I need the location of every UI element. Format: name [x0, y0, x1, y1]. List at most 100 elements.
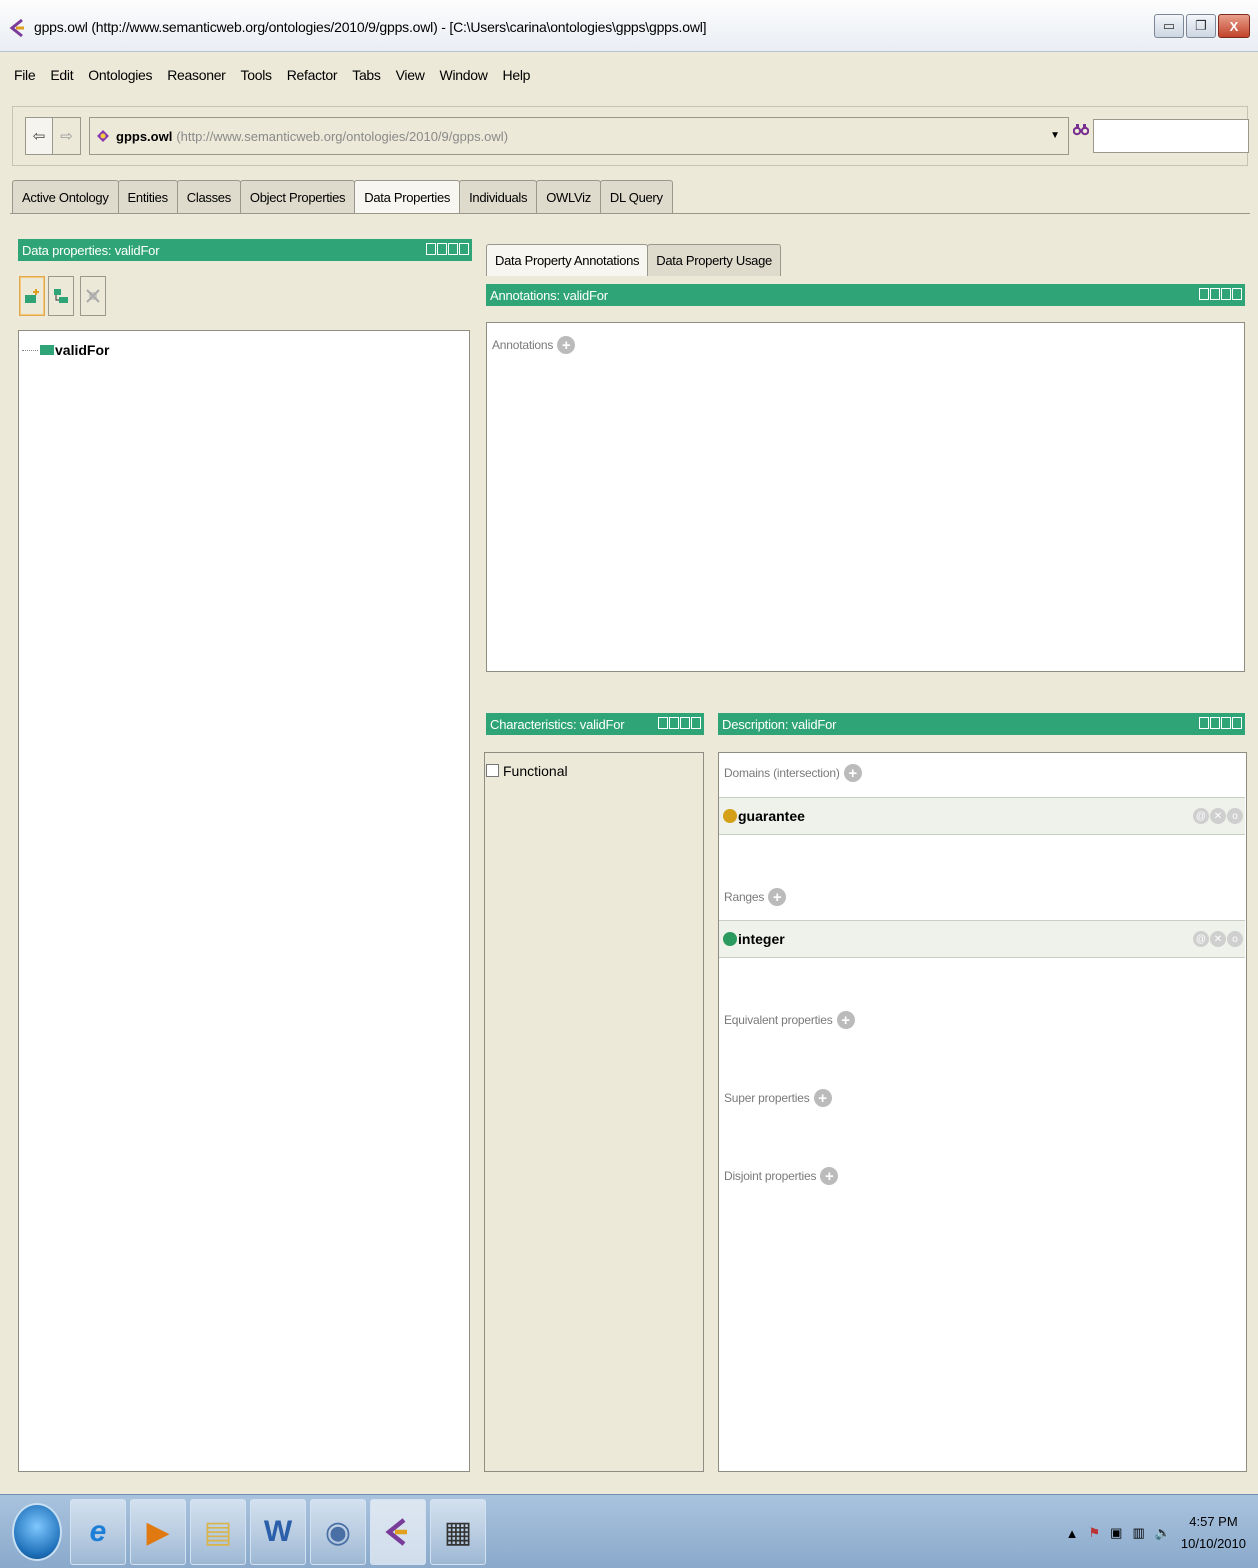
menu-refactor[interactable]: Refactor — [287, 67, 338, 83]
characteristics-view-title: Characteristics: validFor — [490, 716, 625, 732]
ontology-icon — [97, 130, 109, 142]
window-title-bar[interactable]: gpps.owl (http://www.semanticweb.org/ont… — [0, 0, 1258, 52]
action-center-icon[interactable]: ⚑ — [1088, 1525, 1100, 1541]
edit-icon[interactable]: o — [1227, 808, 1243, 824]
ranges-section: Ranges + — [724, 888, 787, 906]
domains-label: Domains (intersection) — [724, 766, 840, 780]
taskbar-media-player[interactable]: ▶ — [130, 1499, 186, 1565]
internet-explorer-icon: e — [89, 1515, 107, 1548]
annotate-icon[interactable]: @ — [1193, 808, 1209, 824]
menu-ontologies[interactable]: Ontologies — [88, 67, 152, 83]
minimize-button[interactable]: ▭ — [1154, 14, 1184, 38]
add-annotation-icon[interactable]: + — [557, 336, 576, 354]
description-view-title: Description: validFor — [722, 716, 837, 732]
search-icon[interactable] — [1072, 121, 1095, 151]
close-button[interactable]: X — [1218, 14, 1250, 38]
annotation-subtabs: Data Property Annotations Data Property … — [486, 244, 781, 276]
add-super-property-icon[interactable]: + — [813, 1089, 832, 1107]
volume-icon[interactable]: 🔈 — [1155, 1525, 1171, 1541]
tab-object-properties[interactable]: Object Properties — [239, 180, 356, 214]
menu-reasoner[interactable]: Reasoner — [167, 67, 226, 83]
tab-individuals[interactable]: Individuals — [459, 180, 538, 214]
show-hidden-icons-icon[interactable]: ▲ — [1066, 1526, 1079, 1541]
annotate-icon[interactable]: @ — [1193, 931, 1209, 947]
taskbar-file-explorer[interactable]: ▤ — [190, 1499, 246, 1565]
clock-date: 10/10/2010 — [1180, 1536, 1246, 1551]
restore-button[interactable]: ❐ — [1186, 14, 1216, 38]
tab-owlviz[interactable]: OWLViz — [536, 180, 601, 214]
restore-icon: ❐ — [1195, 18, 1207, 33]
edit-icon[interactable]: o — [1227, 931, 1243, 947]
ranges-label: Ranges — [724, 890, 765, 904]
disjoint-properties-label: Disjoint properties — [724, 1169, 817, 1183]
clock-time: 4:57 PM — [1189, 1514, 1238, 1529]
view-controls[interactable] — [658, 717, 701, 729]
menu-view[interactable]: View — [396, 67, 425, 83]
tab-classes[interactable]: Classes — [176, 180, 241, 214]
menu-edit[interactable]: Edit — [50, 67, 73, 83]
add-subproperty-button[interactable] — [19, 276, 45, 316]
menu-tabs[interactable]: Tabs — [352, 67, 381, 83]
taskbar-app[interactable]: ◉ — [310, 1499, 366, 1565]
functional-checkbox[interactable] — [486, 764, 499, 777]
menu-file[interactable]: File — [14, 67, 36, 83]
document-icon: ▦ — [443, 1515, 473, 1549]
active-ontology-selector[interactable]: gpps.owl (http://www.semanticweb.org/ont… — [89, 117, 1069, 155]
characteristics-panel — [484, 752, 704, 1472]
super-properties-section: Super properties + — [724, 1089, 832, 1107]
protege-app-icon — [9, 18, 24, 38]
dropdown-arrow-icon[interactable]: ▼ — [1050, 130, 1060, 141]
back-arrow-icon: ⇦ — [32, 128, 46, 145]
add-disjoint-property-icon[interactable]: + — [820, 1167, 839, 1185]
forward-button[interactable]: ⇨ — [53, 117, 81, 155]
window-title: gpps.owl (http://www.semanticweb.org/ont… — [34, 19, 707, 35]
tab-entities[interactable]: Entities — [117, 180, 178, 214]
taskbar-internet-explorer[interactable]: e — [70, 1499, 126, 1565]
tab-data-property-usage[interactable]: Data Property Usage — [647, 244, 781, 276]
menu-window[interactable]: Window — [440, 67, 488, 83]
range-row[interactable]: integer @ ✕ o — [719, 920, 1245, 958]
tab-dl-query[interactable]: DL Query — [599, 180, 673, 214]
folder-icon: ▤ — [203, 1515, 233, 1549]
tree-connector — [22, 349, 38, 351]
add-sibling-property-button[interactable] — [48, 276, 74, 316]
add-equivalent-property-icon[interactable]: + — [836, 1011, 855, 1029]
tab-data-properties[interactable]: Data Properties — [354, 180, 461, 214]
datatype-icon — [723, 932, 737, 946]
equivalent-properties-label: Equivalent properties — [724, 1013, 833, 1027]
annotations-section: Annotations + — [492, 336, 576, 354]
taskbar-word[interactable]: W — [250, 1499, 306, 1565]
menu-tools[interactable]: Tools — [241, 67, 272, 83]
property-hierarchy-tree[interactable] — [18, 330, 470, 1472]
range-value: integer — [738, 931, 785, 947]
network-icon[interactable]: ▥ — [1132, 1525, 1144, 1541]
remove-icon[interactable]: ✕ — [1210, 931, 1226, 947]
entity-search-input[interactable] — [1093, 119, 1249, 153]
add-range-icon[interactable]: + — [768, 888, 787, 906]
tree-item-validfor[interactable]: validFor — [22, 342, 109, 358]
domains-section: Domains (intersection) + — [724, 764, 862, 782]
view-controls[interactable] — [426, 243, 469, 255]
delete-property-button[interactable] — [80, 276, 106, 316]
taskbar-document[interactable]: ▦ — [430, 1499, 486, 1565]
add-domain-icon[interactable]: + — [843, 764, 862, 782]
clock[interactable]: 4:57 PM 10/10/2010 — [1181, 1511, 1246, 1555]
tab-data-property-annotations[interactable]: Data Property Annotations — [486, 244, 649, 276]
add-subproperty-icon — [25, 289, 39, 303]
start-button[interactable] — [12, 1503, 62, 1561]
view-controls[interactable] — [1199, 288, 1242, 300]
domain-row[interactable]: guarantee @ ✕ o — [719, 797, 1245, 835]
minimize-icon: ▭ — [1162, 18, 1176, 33]
view-controls[interactable] — [1199, 717, 1242, 729]
ontology-uri: (http://www.semanticweb.org/ontologies/2… — [176, 128, 509, 144]
data-property-icon — [40, 345, 54, 355]
functional-label: Functional — [503, 763, 568, 779]
tab-active-ontology[interactable]: Active Ontology — [12, 180, 119, 214]
domain-value: guarantee — [738, 808, 805, 824]
menu-help[interactable]: Help — [503, 67, 531, 83]
taskbar-protege[interactable] — [370, 1499, 426, 1565]
remove-icon[interactable]: ✕ — [1210, 808, 1226, 824]
hierarchy-view-title: Data properties: validFor — [22, 242, 160, 258]
device-icon[interactable]: ▣ — [1110, 1525, 1122, 1541]
back-button[interactable]: ⇦ — [25, 117, 53, 155]
